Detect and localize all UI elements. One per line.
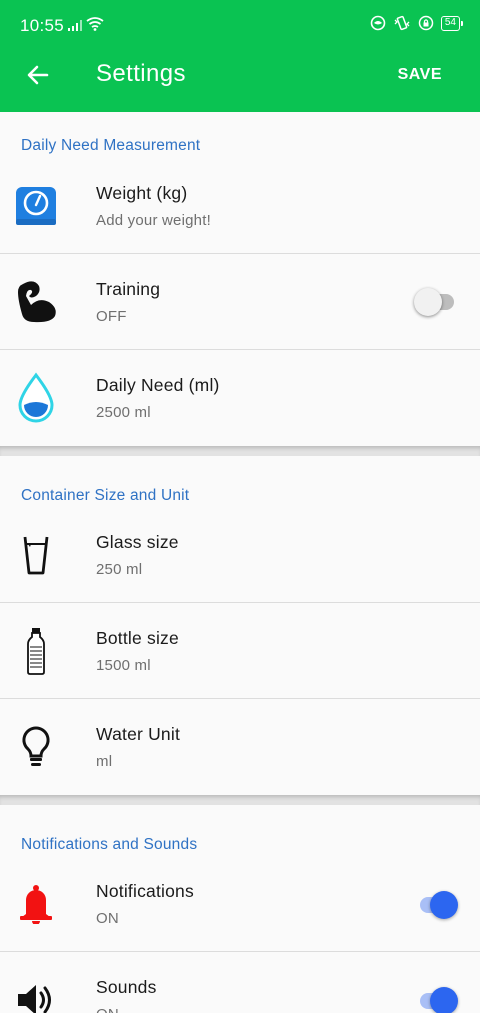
section-divider xyxy=(0,446,480,456)
weight-title: Weight (kg) xyxy=(96,183,188,203)
section-divider xyxy=(0,795,480,805)
glass-size-title: Glass size xyxy=(96,532,179,552)
glass-size-value: 250 ml xyxy=(96,561,143,578)
bottle-size-value: 1500 ml xyxy=(96,657,151,674)
bottle-icon xyxy=(14,625,58,677)
status-time: 10:55 xyxy=(20,16,65,35)
lock-rotation-icon xyxy=(418,15,434,31)
status-bar: 10:55 54 xyxy=(0,0,480,50)
sounds-status: ON xyxy=(96,1006,119,1013)
section-header-daily-need: Daily Need Measurement xyxy=(21,137,201,154)
sounds-toggle[interactable] xyxy=(414,981,458,1013)
water-drop-icon xyxy=(14,372,58,424)
weight-value: Add your weight! xyxy=(96,212,211,229)
setting-row-notifications[interactable]: Notifications ON xyxy=(0,856,480,952)
wifi-icon xyxy=(86,17,104,31)
glass-icon xyxy=(14,529,58,581)
setting-row-weight[interactable]: Weight (kg) Add your weight! xyxy=(0,158,480,254)
bell-icon xyxy=(14,878,58,930)
setting-row-training[interactable]: Training OFF xyxy=(0,254,480,350)
setting-row-water-unit[interactable]: Water Unit ml xyxy=(0,699,480,795)
setting-row-daily-need[interactable]: Daily Need (ml) 2500 ml xyxy=(0,350,480,446)
section-header-notifications: Notifications and Sounds xyxy=(21,836,198,853)
setting-row-sounds[interactable]: Sounds ON xyxy=(0,952,480,1013)
vibrate-icon xyxy=(394,15,410,31)
battery-indicator: 54 xyxy=(440,15,464,31)
notifications-title: Notifications xyxy=(96,881,194,901)
bottle-size-title: Bottle size xyxy=(96,628,179,648)
sounds-title: Sounds xyxy=(96,977,157,997)
training-toggle[interactable] xyxy=(414,282,454,322)
app-bar: 10:55 54 Settings SAVE xyxy=(0,0,480,112)
speaker-icon xyxy=(14,974,58,1013)
save-button[interactable]: SAVE xyxy=(398,66,442,84)
daily-need-title: Daily Need (ml) xyxy=(96,375,220,395)
signal-icon xyxy=(68,20,82,31)
page-title: Settings xyxy=(96,60,186,87)
data-saver-icon xyxy=(370,15,386,31)
muscle-icon xyxy=(14,276,58,328)
scale-icon xyxy=(14,180,58,232)
setting-row-glass-size[interactable]: Glass size 250 ml xyxy=(0,507,480,603)
notifications-status: ON xyxy=(96,910,119,927)
lightbulb-icon xyxy=(14,721,58,773)
notifications-toggle[interactable] xyxy=(414,885,458,925)
training-title: Training xyxy=(96,279,161,299)
training-status: OFF xyxy=(96,308,127,325)
daily-need-value: 2500 ml xyxy=(96,404,151,421)
section-header-container: Container Size and Unit xyxy=(21,487,190,504)
water-unit-value: ml xyxy=(96,753,113,770)
back-arrow-icon[interactable] xyxy=(26,63,50,87)
water-unit-title: Water Unit xyxy=(96,724,181,744)
setting-row-bottle-size[interactable]: Bottle size 1500 ml xyxy=(0,603,480,699)
